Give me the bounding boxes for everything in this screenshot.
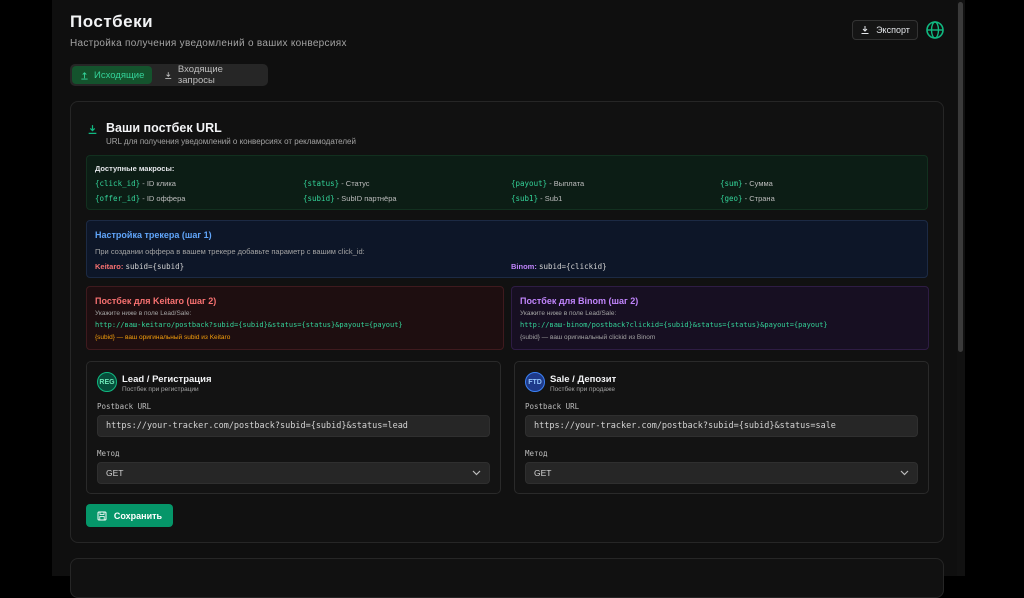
binom-param: Binom: subid={clickid} xyxy=(511,262,607,271)
globe-icon[interactable] xyxy=(925,20,945,40)
sale-method-value: GET xyxy=(534,468,552,478)
sale-event-card: FTD Sale / Депозит Постбек при продаже P… xyxy=(514,361,929,494)
keitaro-postback-note: {subid} — ваш оригинальный subid из Keit… xyxy=(95,334,231,341)
macro-item: {payout} - Выплата xyxy=(511,179,585,188)
lead-method-label: Метод xyxy=(97,449,120,458)
tab-incoming[interactable]: Входящие запросы xyxy=(156,64,266,86)
keitaro-param: Keitaro: subid={subid} xyxy=(95,262,185,271)
postbacks-page: Постбеки Настройка получения уведомлений… xyxy=(52,0,960,598)
keitaro-postback-description: Укажите ниже в поле Lead/Sale: xyxy=(95,310,192,317)
macro-item: {subid} - SubID партнёра xyxy=(303,194,397,203)
ftd-badge: FTD xyxy=(525,372,545,392)
export-label: Экспорт xyxy=(876,25,910,35)
sale-url-label: Postback URL xyxy=(525,402,580,411)
tab-bar: Исходящие Входящие запросы xyxy=(70,64,268,86)
sale-postback-url-input[interactable]: https://your-tracker.com/postback?subid=… xyxy=(525,415,918,437)
macro-item: {geo} - Страна xyxy=(720,194,775,203)
chevron-down-icon xyxy=(472,470,481,476)
download-icon xyxy=(861,26,869,34)
page-subtitle: Настройка получения уведомлений о ваших … xyxy=(70,38,347,49)
macro-item: {status} - Статус xyxy=(303,179,370,188)
scroll-thumb[interactable] xyxy=(958,2,963,352)
binom-postback-panel: Постбек для Binom (шаг 2) Укажите ниже в… xyxy=(511,286,929,350)
tracker-title: Настройка трекера (шаг 1) xyxy=(95,230,212,240)
binom-postback-description: Укажите ниже в поле Lead/Sale: xyxy=(520,310,617,317)
macros-panel: Доступные макросы: {click_id} - ID клика… xyxy=(86,155,928,210)
lead-method-select[interactable]: GET xyxy=(97,462,490,484)
keitaro-postback-url[interactable]: http://ваш-keitaro/postback?subid={subid… xyxy=(95,321,403,329)
download-icon xyxy=(165,71,172,79)
keitaro-postback-panel: Постбек для Keitaro (шаг 2) Укажите ниже… xyxy=(86,286,504,350)
export-button[interactable]: Экспорт xyxy=(852,20,918,40)
postback-url-card: Ваши постбек URL URL для получения уведо… xyxy=(70,101,944,543)
lead-event-subtitle: Постбек при регистрации xyxy=(122,386,199,393)
macro-item: {offer_id} - ID оффера xyxy=(95,194,186,203)
sale-event-title: Sale / Депозит xyxy=(550,374,617,385)
lead-event-card: REG Lead / Регистрация Постбек при регис… xyxy=(86,361,501,494)
macro-item: {sum} - Сумма xyxy=(720,179,773,188)
lead-url-label: Postback URL xyxy=(97,402,152,411)
card-title: Ваши постбек URL xyxy=(106,121,222,135)
sale-method-label: Метод xyxy=(525,449,548,458)
tab-outgoing-label: Исходящие xyxy=(94,69,145,81)
upload-icon xyxy=(81,71,88,80)
macro-item: {sub1} - Sub1 xyxy=(511,194,563,203)
reg-badge: REG xyxy=(97,372,117,392)
keitaro-postback-title: Постбек для Keitaro (шаг 2) xyxy=(95,296,217,306)
binom-postback-note: {subid} — ваш оригинальный clickid из Bi… xyxy=(520,334,656,341)
lead-method-value: GET xyxy=(106,468,124,478)
lead-postback-url-input[interactable]: https://your-tracker.com/postback?subid=… xyxy=(97,415,490,437)
save-icon xyxy=(97,511,107,520)
macro-item: {click_id} - ID клика xyxy=(95,179,176,188)
binom-postback-url[interactable]: http://ваш-binom/postback?clickid={subid… xyxy=(520,321,828,329)
page-title: Постбеки xyxy=(70,12,154,31)
lead-event-title: Lead / Регистрация xyxy=(122,374,212,385)
tracker-description: При создании оффера в вашем трекере доба… xyxy=(95,247,365,256)
card-subtitle: URL для получения уведомлений о конверси… xyxy=(106,137,356,146)
binom-postback-title: Постбек для Binom (шаг 2) xyxy=(520,296,639,306)
sale-event-subtitle: Постбек при продаже xyxy=(550,386,615,393)
tab-outgoing[interactable]: Исходящие xyxy=(72,66,153,84)
sale-method-select[interactable]: GET xyxy=(525,462,918,484)
scrollbar[interactable] xyxy=(957,0,965,576)
secondary-card xyxy=(70,558,944,598)
chevron-down-icon xyxy=(900,470,909,476)
download-icon xyxy=(88,125,97,134)
tab-incoming-label: Входящие запросы xyxy=(177,64,223,86)
tracker-setup-panel: Настройка трекера (шаг 1) При создании о… xyxy=(86,220,928,278)
save-button[interactable]: Сохранить xyxy=(86,504,173,527)
save-label: Сохранить xyxy=(113,510,163,521)
macros-title: Доступные макросы: xyxy=(95,164,175,173)
